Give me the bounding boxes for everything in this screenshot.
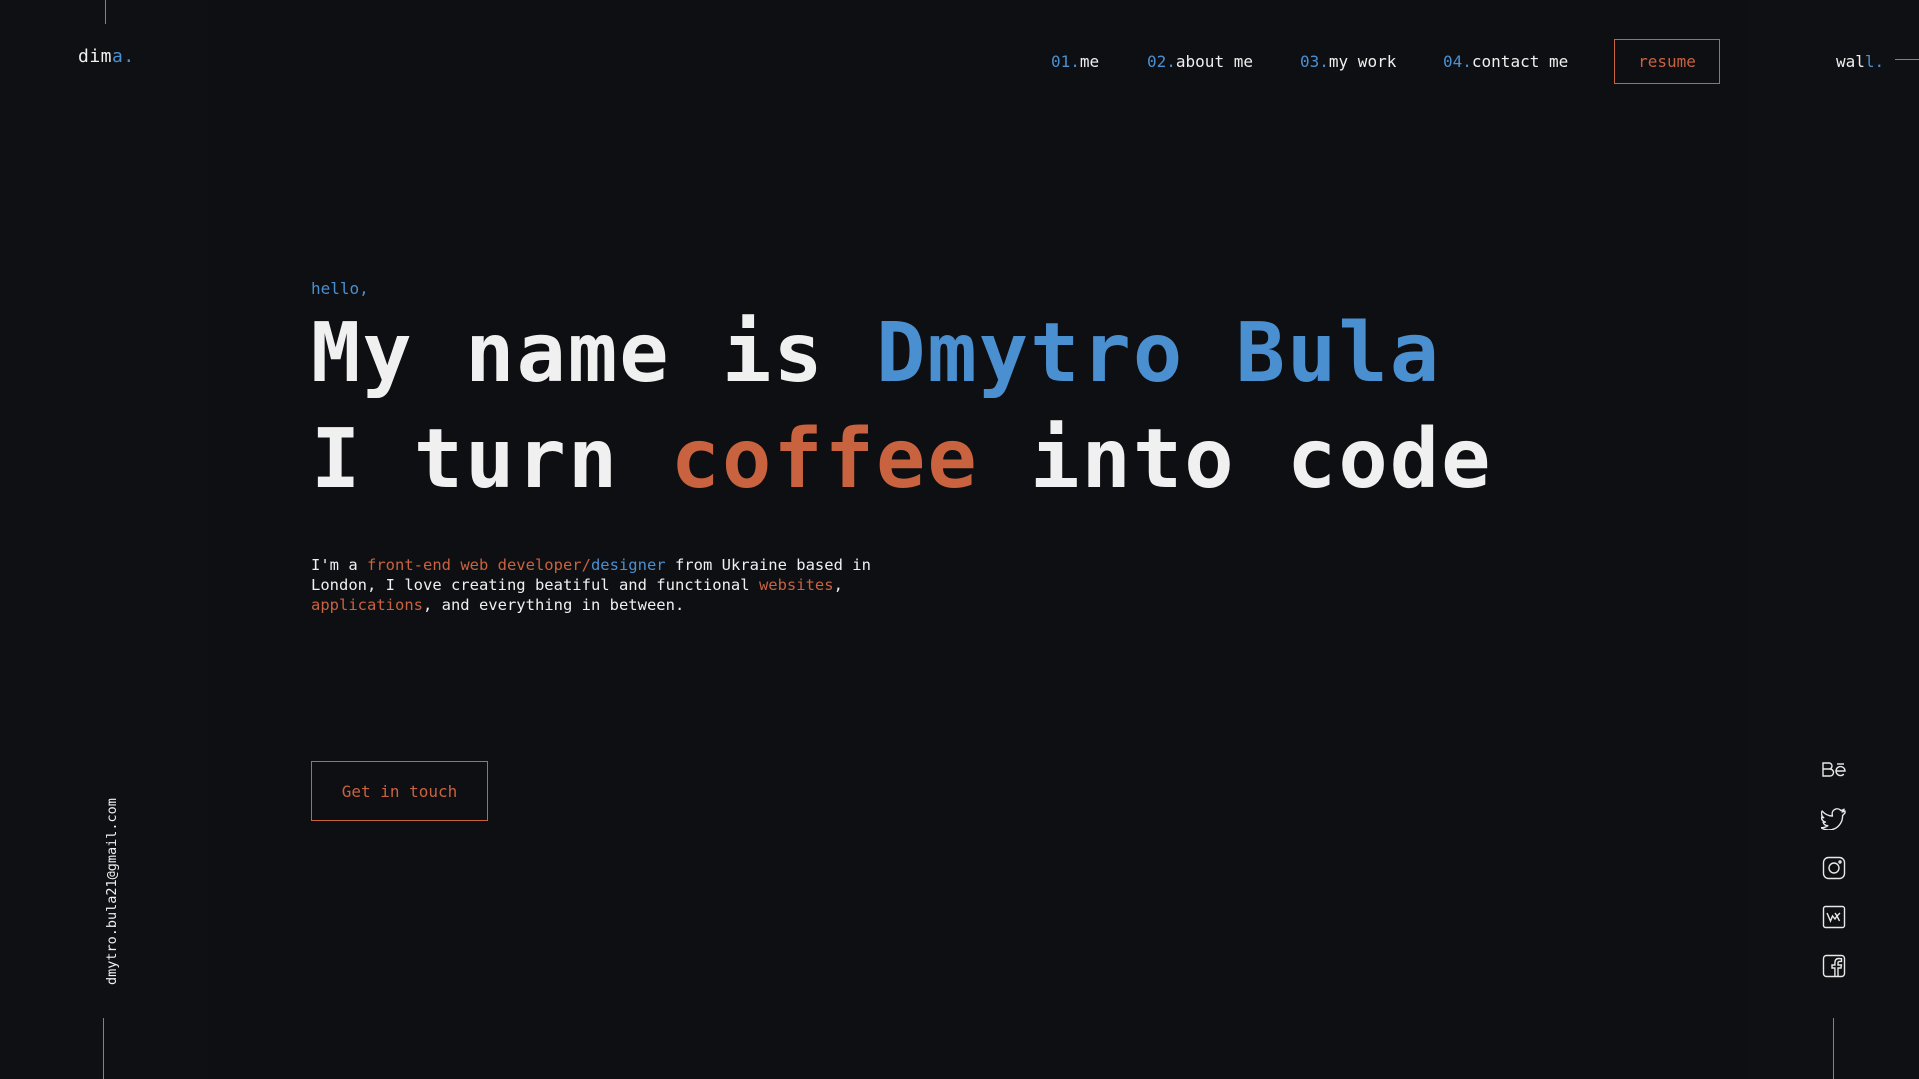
decor-line-right — [1895, 59, 1919, 60]
email-link[interactable]: dmytro.bula21@gmail.com — [104, 798, 120, 985]
nav-item-number: 04. — [1443, 52, 1472, 71]
nav-item-label: my work — [1328, 52, 1397, 71]
get-in-touch-button[interactable]: Get in touch — [311, 761, 488, 821]
vk-icon[interactable] — [1820, 903, 1848, 931]
nav-item-my-work[interactable]: 03.my work — [1300, 52, 1396, 71]
instagram-icon[interactable] — [1820, 854, 1848, 882]
headline-prefix: My name is — [311, 306, 877, 401]
intro-text: I'm a — [311, 556, 367, 574]
behance-icon[interactable] — [1820, 756, 1848, 784]
logo-accent: a. — [112, 46, 135, 67]
twitter-icon[interactable] — [1820, 805, 1848, 833]
intro-role-designer: designer — [590, 556, 666, 574]
page: dima. 01.me 02.about me 03.my work 04.co… — [0, 0, 1919, 1079]
nav-item-number: 01. — [1051, 52, 1080, 71]
headline-line-2: I turn coffee into code — [311, 412, 1492, 507]
nav-item-number: 02. — [1147, 52, 1176, 71]
nav-item-label: me — [1079, 52, 1100, 71]
headline-name: Dmytro Bula — [876, 306, 1442, 401]
headline-highlight: coffee — [670, 412, 979, 507]
intro-text: , — [833, 576, 843, 594]
intro-websites: websites — [758, 576, 834, 594]
nav-item-contact-me[interactable]: 04.contact me — [1443, 52, 1568, 71]
logo-prefix: dim — [78, 46, 113, 67]
intro-role: front-end web developer/ — [367, 556, 591, 574]
headline-line-1: My name is Dmytro Bula — [311, 306, 1441, 401]
intro-paragraph: I'm a front-end web developer/designer f… — [311, 555, 911, 615]
intro-text: , and everything in between. — [422, 596, 685, 614]
logo[interactable]: dima. — [78, 46, 135, 67]
intro-applications: applications — [311, 596, 423, 614]
nav-item-number: 03. — [1300, 52, 1329, 71]
greeting: hello, — [311, 279, 369, 298]
headline-prefix: I turn — [311, 412, 671, 507]
decor-line-bottom-left — [103, 1018, 104, 1079]
decor-line-top-left — [105, 0, 106, 24]
nav-item-me[interactable]: 01.me — [1051, 52, 1099, 71]
resume-button[interactable]: resume — [1614, 39, 1720, 84]
nav-item-label: contact me — [1471, 52, 1569, 71]
facebook-icon[interactable] — [1820, 952, 1848, 980]
wall-link[interactable]: wall. — [1836, 52, 1884, 71]
headline-suffix: into code — [978, 412, 1493, 507]
decor-line-bottom-right — [1833, 1018, 1834, 1079]
wall-prefix: wal — [1836, 52, 1865, 71]
nav-item-label: about me — [1175, 52, 1253, 71]
nav-item-about-me[interactable]: 02.about me — [1147, 52, 1253, 71]
wall-accent: l. — [1864, 52, 1885, 71]
